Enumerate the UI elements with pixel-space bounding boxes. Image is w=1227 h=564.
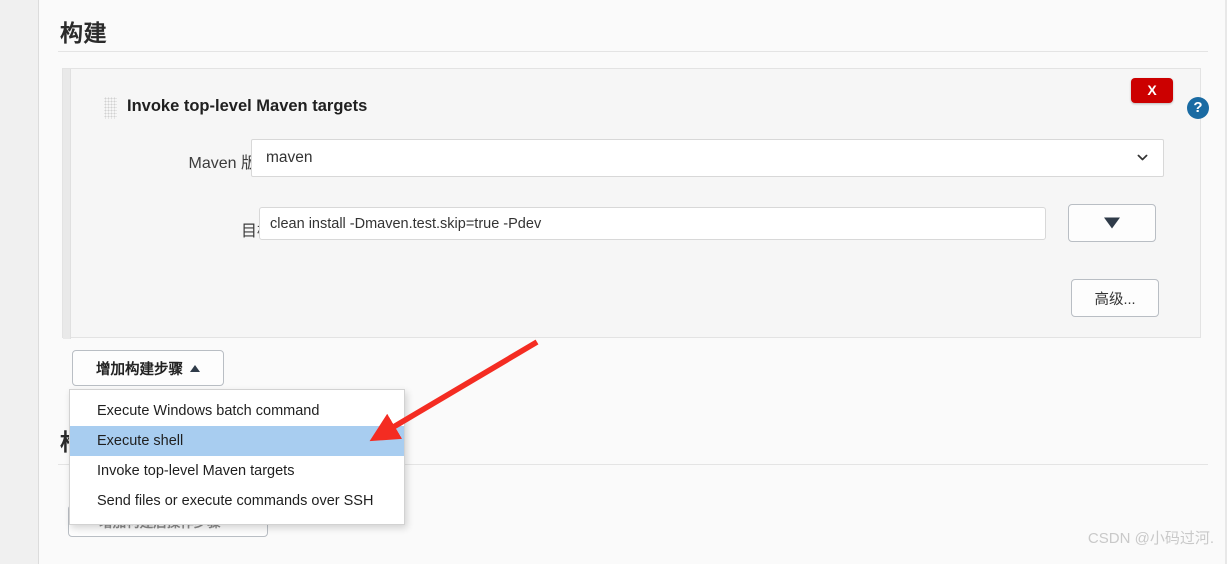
add-build-step-button[interactable]: 增加构建步骤	[72, 350, 224, 386]
maven-version-value: maven	[266, 149, 313, 166]
build-step-title: Invoke top-level Maven targets	[127, 97, 368, 115]
goals-input[interactable]	[259, 207, 1046, 240]
heading-divider	[58, 51, 1208, 52]
build-step-dropdown-menu[interactable]: Execute Windows batch command Execute sh…	[69, 389, 405, 525]
goals-expand-button[interactable]	[1068, 204, 1156, 242]
add-build-step-label: 增加构建步骤	[96, 361, 183, 378]
delete-build-step-button[interactable]: X	[1131, 78, 1173, 103]
drag-dots-icon[interactable]	[104, 97, 117, 119]
menu-item[interactable]: Execute Windows batch command	[70, 396, 404, 426]
menu-item[interactable]: Send files or execute commands over SSH	[70, 486, 404, 516]
main-content: 构建 构建后操作 增加构建后操作步骤 Invoke top-level Mave…	[40, 0, 1227, 564]
maven-version-select[interactable]: maven	[251, 139, 1164, 177]
chevron-down-icon	[1137, 154, 1148, 161]
watermark: CSDN @小码过河.	[1087, 530, 1214, 547]
panel-accent-bar	[63, 69, 71, 339]
triangle-down-icon	[1104, 217, 1120, 229]
left-gutter	[0, 0, 39, 564]
caret-up-icon	[190, 364, 200, 372]
help-icon[interactable]: ?	[1187, 97, 1209, 119]
menu-item[interactable]: Invoke top-level Maven targets	[70, 456, 404, 486]
page-root: 构建 构建后操作 增加构建后操作步骤 Invoke top-level Mave…	[0, 0, 1227, 564]
advanced-button[interactable]: 高级...	[1071, 279, 1159, 317]
maven-version-label: Maven 版本	[188, 155, 273, 172]
goals-label: 目标	[240, 223, 273, 240]
build-step-panel: Invoke top-level Maven targets X ? Maven…	[62, 68, 1209, 339]
menu-item[interactable]: Execute shell	[70, 426, 404, 456]
page-title: 构建	[60, 20, 107, 46]
